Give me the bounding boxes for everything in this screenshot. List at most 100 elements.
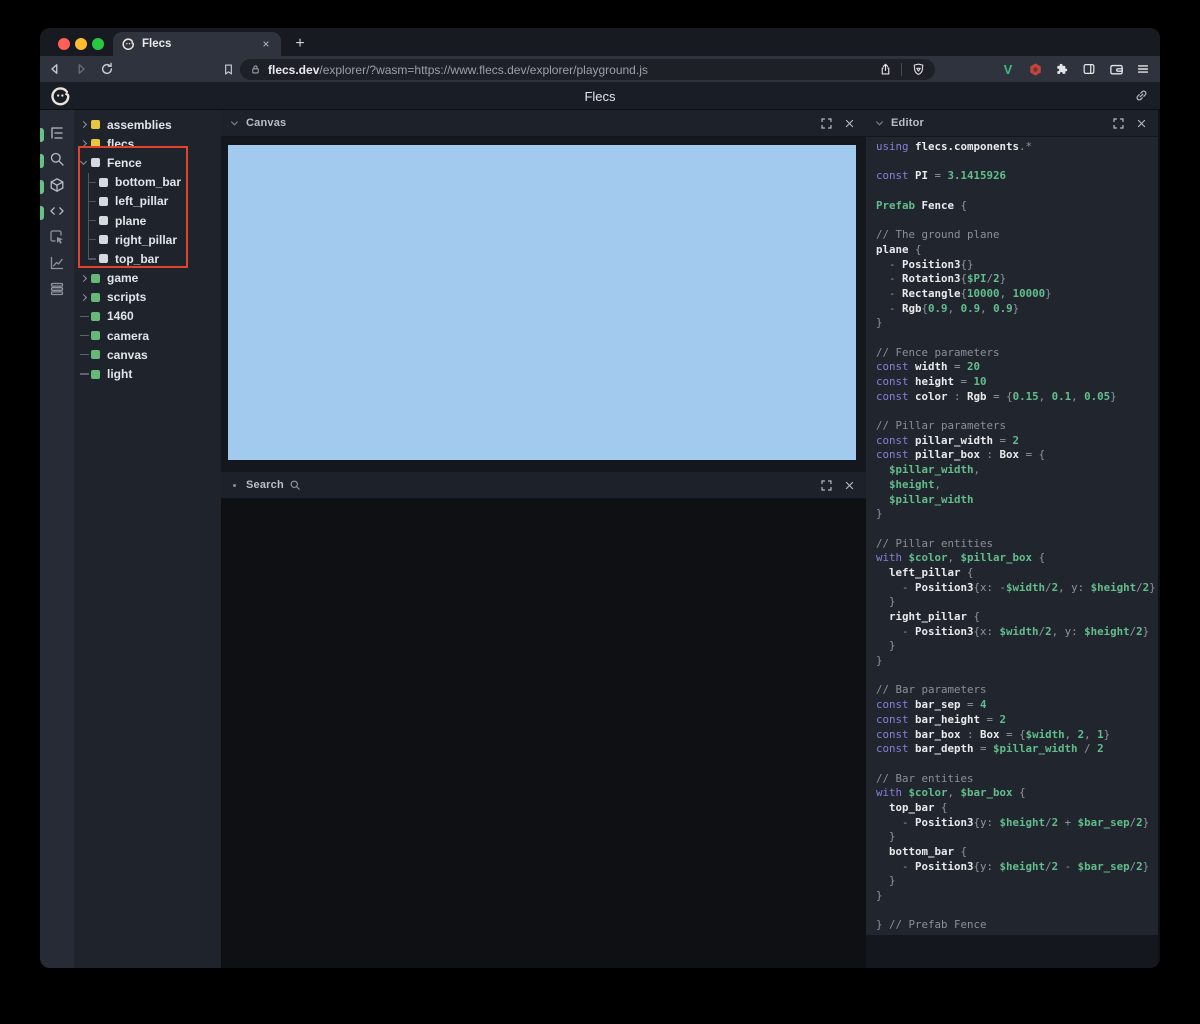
tree-item-1460[interactable]: 1460 xyxy=(74,307,221,326)
3d-canvas[interactable] xyxy=(228,145,856,460)
close-icon[interactable] xyxy=(842,478,857,493)
tree-connector xyxy=(86,172,99,192)
tree-item-top_bar[interactable]: top_bar xyxy=(74,249,221,268)
active-panel-indicator xyxy=(40,206,44,220)
canvas-panel-content xyxy=(221,137,866,472)
search-panel-header: Search xyxy=(221,472,866,499)
tree-item-Fence[interactable]: Fence xyxy=(74,153,221,172)
search-icon[interactable] xyxy=(40,148,74,174)
fullscreen-icon[interactable] xyxy=(1111,116,1126,131)
code-editor-icon xyxy=(49,203,65,224)
code-line: // Bar parameters xyxy=(876,683,987,697)
search-icon xyxy=(49,151,65,172)
share-link-icon[interactable] xyxy=(1134,88,1150,104)
code-line: - Rectangle{10000, 10000} xyxy=(876,286,1052,300)
stats-chart-icon[interactable] xyxy=(40,252,74,278)
wallet-icon[interactable] xyxy=(1107,60,1125,78)
close-window-button[interactable] xyxy=(58,38,70,50)
url-text: flecs.dev/explorer/?wasm=https://www.fle… xyxy=(268,62,648,77)
entity-color-square xyxy=(91,292,100,302)
leaf-dash-icon xyxy=(80,345,91,364)
tree-item-flecs[interactable]: flecs xyxy=(74,134,221,153)
chevron-down-icon[interactable] xyxy=(875,119,884,128)
entity-color-square xyxy=(91,120,100,130)
address-bar[interactable]: flecs.dev/explorer/?wasm=https://www.fle… xyxy=(240,59,935,80)
chevron-right-icon[interactable] xyxy=(79,288,91,307)
chevron-right-icon[interactable] xyxy=(79,115,91,134)
new-tab-button[interactable]: + xyxy=(288,32,312,56)
code-line: $pillar_width xyxy=(876,492,974,506)
extension-hex-icon[interactable] xyxy=(1026,60,1044,78)
canvas-cube-icon[interactable] xyxy=(40,174,74,200)
code-line: } // Prefab Fence xyxy=(876,918,987,932)
tree-item-label: scripts xyxy=(107,290,147,305)
tree-connector xyxy=(86,249,99,268)
chevron-right-icon[interactable] xyxy=(79,269,91,288)
close-icon[interactable] xyxy=(1134,116,1149,131)
tree-item-light[interactable]: light xyxy=(74,364,221,383)
tree-item-bottom_bar[interactable]: bottom_bar xyxy=(74,172,221,192)
reload-icon[interactable] xyxy=(96,59,118,79)
tree-item-camera[interactable]: camera xyxy=(74,326,221,345)
browser-window: Flecs × + flecs.dev/explorer/?wasm=https… xyxy=(40,28,1160,968)
vue-devtools-extension-icon[interactable]: V xyxy=(999,60,1017,78)
chevron-down-icon[interactable] xyxy=(230,119,239,128)
code-line: } xyxy=(876,507,883,521)
code-line: const bar_depth = $pillar_width / 2 xyxy=(876,742,1104,756)
code-line: plane { xyxy=(876,242,922,256)
chevron-down-icon[interactable] xyxy=(79,153,91,172)
bookmark-icon[interactable] xyxy=(218,59,238,79)
code-line: } xyxy=(876,874,896,888)
share-icon[interactable] xyxy=(876,61,894,79)
search-panel-content[interactable] xyxy=(221,499,866,968)
chevron-right-icon[interactable] xyxy=(79,134,91,153)
fullscreen-icon[interactable] xyxy=(819,116,834,131)
extensions-puzzle-icon[interactable] xyxy=(1053,60,1071,78)
entity-color-square xyxy=(99,216,108,226)
code-text[interactable]: using flecs.components.* const PI = 3.14… xyxy=(866,137,1158,933)
tree-item-right_pillar[interactable]: right_pillar xyxy=(74,230,221,250)
entity-color-square xyxy=(91,273,100,283)
entity-tree-icon[interactable] xyxy=(40,122,74,148)
tree-item-left_pillar[interactable]: left_pillar xyxy=(74,191,221,212)
tree-item-canvas[interactable]: canvas xyxy=(74,345,221,364)
tree-item-game[interactable]: game xyxy=(74,269,221,288)
tab-close-icon[interactable]: × xyxy=(259,37,273,51)
tree-item-plane[interactable]: plane xyxy=(74,210,221,231)
code-line: top_bar { xyxy=(876,800,948,814)
entity-color-square xyxy=(99,254,108,264)
zoom-window-button[interactable] xyxy=(92,38,104,50)
tree-connector xyxy=(86,191,99,212)
code-editor-icon[interactable] xyxy=(40,200,74,226)
code-line: $pillar_width, xyxy=(876,463,981,477)
toolbar-extensions: V xyxy=(999,58,1152,80)
center-column: Canvas Search xyxy=(221,110,866,968)
tree-connector xyxy=(86,210,99,231)
browser-tab[interactable]: Flecs × xyxy=(113,32,281,56)
inspect-icon[interactable] xyxy=(40,226,74,252)
code-editor[interactable]: using flecs.components.* const PI = 3.14… xyxy=(866,137,1158,935)
back-icon[interactable] xyxy=(44,59,66,79)
tree-item-scripts[interactable]: scripts xyxy=(74,288,221,307)
tree-item-assemblies[interactable]: assemblies xyxy=(74,115,221,134)
tree-item-label: light xyxy=(107,367,133,382)
entity-color-square xyxy=(91,311,100,321)
tree-item-label: plane xyxy=(115,213,147,228)
minimize-window-button[interactable] xyxy=(75,38,87,50)
code-line: - Position3{y: $height/2 - $bar_sep/2} xyxy=(876,859,1150,873)
sidebar-toggle-icon[interactable] xyxy=(1080,60,1098,78)
menu-hamburger-icon[interactable] xyxy=(1134,60,1152,78)
commands-stack-icon[interactable] xyxy=(40,278,74,304)
brave-shield-icon[interactable] xyxy=(909,61,927,79)
tree-item-label: left_pillar xyxy=(115,194,169,209)
close-icon[interactable] xyxy=(842,116,857,131)
fullscreen-icon[interactable] xyxy=(819,478,834,493)
code-line: - Rotation3{$PI/2} xyxy=(876,272,1007,286)
code-line: } xyxy=(876,830,896,844)
page-title: Flecs xyxy=(584,88,616,104)
leaf-dash-icon xyxy=(80,364,91,383)
forward-icon[interactable] xyxy=(70,59,92,79)
